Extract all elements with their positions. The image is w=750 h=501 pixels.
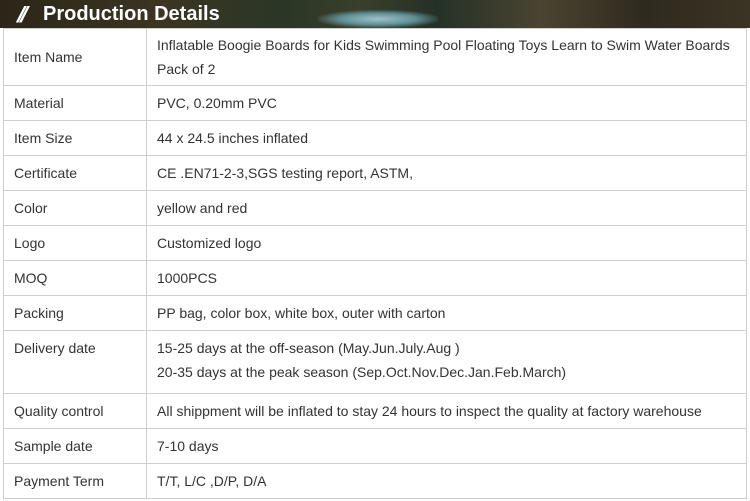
- row-value: CE .EN71-2-3,SGS testing report, ASTM,: [146, 155, 747, 191]
- banner-background-image: [318, 10, 438, 28]
- row-value-line: 20-35 days at the peak season (Sep.Oct.N…: [157, 364, 567, 380]
- row-label: Material: [3, 85, 147, 121]
- row-value: yellow and red: [146, 190, 747, 226]
- table-row-item-name: Item Name Inflatable Boogie Boards for K…: [3, 28, 747, 86]
- row-label: MOQ: [3, 260, 147, 296]
- table-row-material: Material PVC, 0.20mm PVC: [3, 85, 747, 121]
- table-row-certificate: Certificate CE .EN71-2-3,SGS testing rep…: [3, 155, 747, 191]
- row-label: Payment Term: [3, 463, 147, 499]
- row-value: 7-10 days: [146, 428, 747, 464]
- row-value: 1000PCS: [146, 260, 747, 296]
- row-value-line: 15-25 days at the off-season (May.Jun.Ju…: [157, 340, 460, 356]
- section-banner: // Production Details: [0, 0, 750, 28]
- table-row-sample-date: Sample date 7-10 days: [3, 428, 747, 464]
- row-label: Item Name: [3, 28, 147, 86]
- row-label: Item Size: [3, 120, 147, 156]
- row-label: Logo: [3, 225, 147, 261]
- table-row-delivery-date: Delivery date 15-25 days at the off-seas…: [3, 330, 747, 394]
- row-label: Delivery date: [3, 330, 147, 394]
- table-row-color: Color yellow and red: [3, 190, 747, 226]
- table-row-packing: Packing PP bag, color box, white box, ou…: [3, 295, 747, 331]
- banner-marker: //: [14, 2, 29, 27]
- row-label: Sample date: [3, 428, 147, 464]
- table-row-payment-term: Payment Term T/T, L/C ,D/P, D/A: [3, 463, 747, 499]
- row-value: Inflatable Boogie Boards for Kids Swimmi…: [146, 28, 747, 86]
- table-row-moq: MOQ 1000PCS: [3, 260, 747, 296]
- section-title: Production Details: [43, 3, 220, 25]
- row-value-line: Inflatable Boogie Boards for Kids Swimmi…: [157, 37, 730, 53]
- table-row-logo: Logo Customized logo: [3, 225, 747, 261]
- row-label: Color: [3, 190, 147, 226]
- product-details-table: Item Name Inflatable Boogie Boards for K…: [3, 28, 747, 499]
- row-value-line: Pack of 2: [157, 61, 216, 77]
- row-value: PVC, 0.20mm PVC: [146, 85, 747, 121]
- row-value: All shippment will be inflated to stay 2…: [146, 393, 747, 429]
- row-value: PP bag, color box, white box, outer with…: [146, 295, 747, 331]
- row-value: 15-25 days at the off-season (May.Jun.Ju…: [146, 330, 747, 394]
- row-label: Quality control: [3, 393, 147, 429]
- row-value: T/T, L/C ,D/P, D/A: [146, 463, 747, 499]
- row-value: Customized logo: [146, 225, 747, 261]
- row-value: 44 x 24.5 inches inflated: [146, 120, 747, 156]
- table-row-quality-control: Quality control All shippment will be in…: [3, 393, 747, 429]
- row-label: Packing: [3, 295, 147, 331]
- table-row-item-size: Item Size 44 x 24.5 inches inflated: [3, 120, 747, 156]
- row-label: Certificate: [3, 155, 147, 191]
